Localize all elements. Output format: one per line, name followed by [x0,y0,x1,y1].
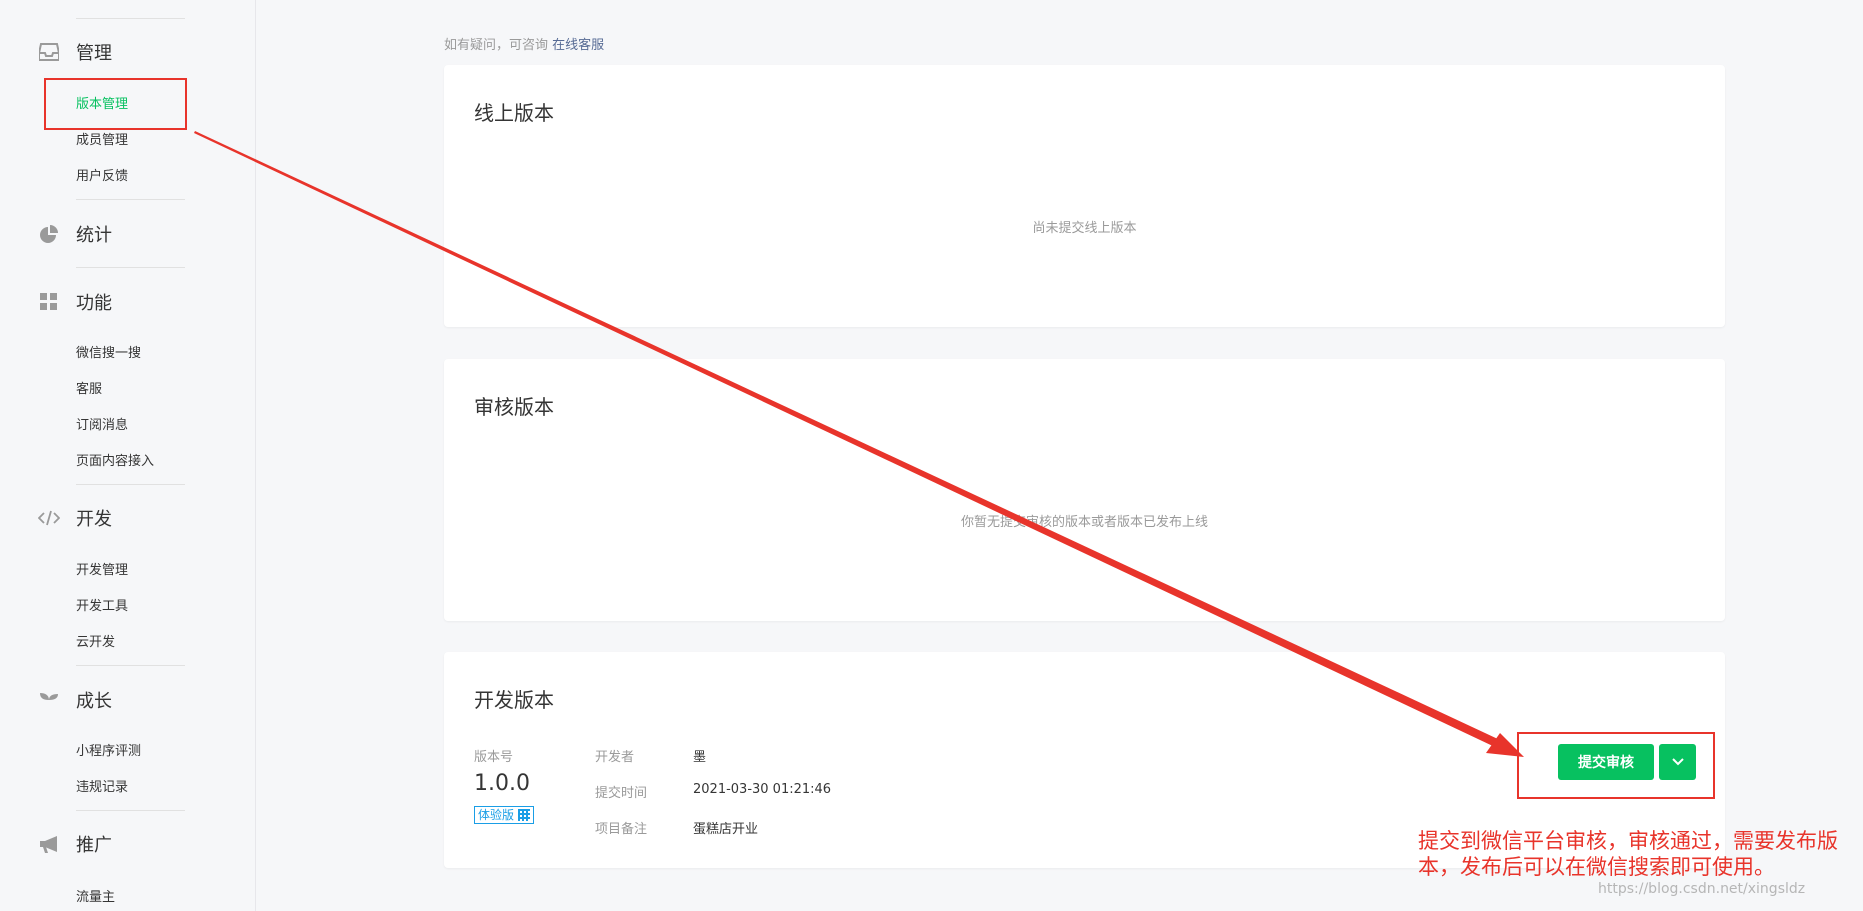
divider [76,665,185,666]
code-icon [38,507,60,529]
sidebar-group-label: 成长 [76,691,112,712]
trial-badge[interactable]: 体验版 [474,806,535,824]
sidebar-item-dev-tools[interactable]: 开发工具 [76,595,128,614]
chevron-down-icon [1671,758,1684,766]
sidebar-item-member-management[interactable]: 成员管理 [76,129,128,148]
sidebar-group-label: 推广 [76,835,112,856]
divider [76,810,185,811]
sidebar-group-dev[interactable]: 开发 [38,504,112,532]
sidebar-group-promotion[interactable]: 推广 [38,830,112,858]
sidebar-group-label: 统计 [76,225,112,246]
empty-state-text: 尚未提交线上版本 [1032,221,1137,236]
sidebar-group-label: 功能 [76,293,112,314]
card-title: 审核版本 [474,395,554,419]
submit-time-value: 2021-03-30 01:21:46 [693,782,832,797]
sidebar-item-wechat-search[interactable]: 微信搜一搜 [76,342,141,361]
review-version-card: 审核版本 你暂无提交审核的版本或者版本已发布上线 [444,359,1725,621]
sidebar-item-page-content[interactable]: 页面内容接入 [76,450,154,469]
sidebar-group-manage[interactable]: 管理 [38,38,112,66]
card-title: 线上版本 [474,101,554,125]
sidebar-group-features[interactable]: 功能 [38,288,112,316]
sidebar-group-stats[interactable]: 统计 [38,220,112,248]
divider [76,267,185,268]
version-number: 1.0.0 [474,771,530,796]
sidebar-group-label: 开发 [76,509,112,530]
help-hint: 如有疑问，可咨询 在线客服 [444,34,604,53]
note-label: 项目备注 [595,822,648,837]
sidebar-item-subscribe-message[interactable]: 订阅消息 [76,414,128,433]
online-support-link[interactable]: 在线客服 [552,38,604,53]
sidebar-group-label: 管理 [76,43,112,64]
grid-icon [38,291,60,313]
version-label: 版本号 [474,750,514,765]
submit-time-label: 提交时间 [595,786,648,801]
sidebar-item-user-feedback[interactable]: 用户反馈 [76,165,128,184]
developer-label: 开发者 [595,750,635,765]
empty-state-text: 你暂无提交审核的版本或者版本已发布上线 [960,515,1208,530]
online-version-card: 线上版本 尚未提交线上版本 [444,65,1725,327]
watermark: https://blog.csdn.net/xingsldz [1598,881,1806,897]
divider [76,199,185,200]
divider [76,18,185,19]
megaphone-icon [38,833,60,855]
sidebar-item-dev-management[interactable]: 开发管理 [76,559,128,578]
more-actions-button[interactable] [1659,744,1696,780]
sidebar-item-version-management[interactable]: 版本管理 [76,93,128,112]
trial-badge-label: 体验版 [478,808,515,822]
divider [76,484,185,485]
annotation-text: 提交到微信平台审核，审核通过，需要发布版本，发布后可以在微信搜索即可使用。 [1418,829,1838,879]
submit-review-button[interactable]: 提交审核 [1558,744,1654,780]
inbox-icon [38,41,60,63]
sidebar-item-evaluation[interactable]: 小程序评测 [76,740,141,759]
sidebar-group-growth[interactable]: 成长 [38,686,112,714]
note-value: 蛋糕店开业 [693,822,759,837]
help-hint-text: 如有疑问，可咨询 [444,38,549,53]
sidebar-item-customer-service[interactable]: 客服 [76,378,102,397]
qrcode-icon [518,809,531,821]
sprout-icon [38,689,60,711]
developer-value: 墨 [693,750,707,765]
card-title: 开发版本 [474,688,554,712]
pie-chart-icon [38,223,60,245]
sidebar: 管理 版本管理 成员管理 用户反馈 统计 功能 微信搜一搜 客服 订阅消息 页面… [0,0,256,911]
sidebar-item-violation[interactable]: 违规记录 [76,776,128,795]
sidebar-item-cloud-dev[interactable]: 云开发 [76,631,115,650]
sidebar-item-traffic-host[interactable]: 流量主 [76,886,115,905]
